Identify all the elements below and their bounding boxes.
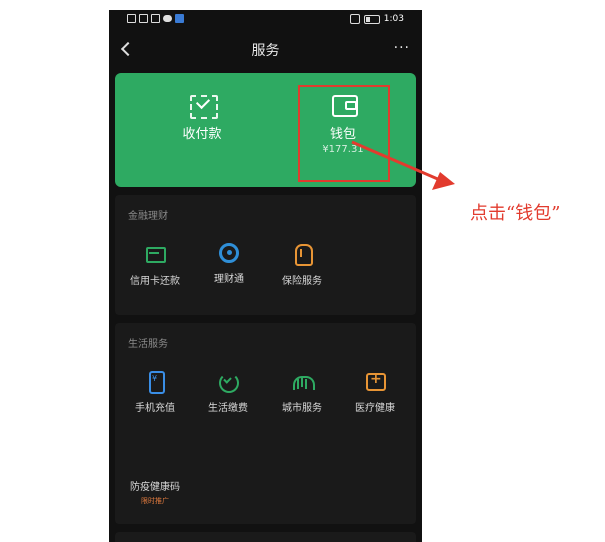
annotation-arrow	[351, 140, 455, 190]
arrow-shaft	[351, 140, 441, 182]
instruction-annotation: 点击“钱包”	[470, 203, 561, 224]
arrow-head	[432, 172, 455, 190]
